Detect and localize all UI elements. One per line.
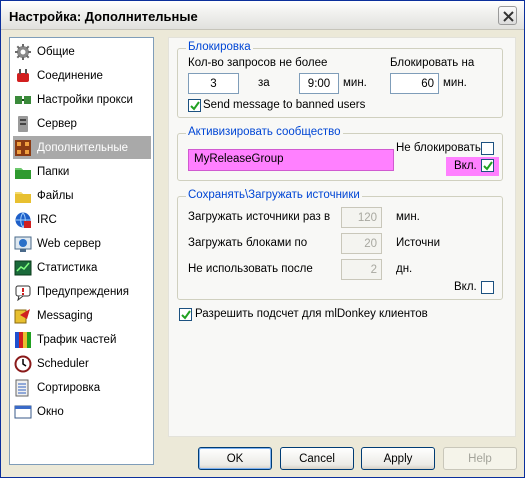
sidebar-item-label: Дополнительные [37,141,129,154]
sidebar-item-sorting[interactable]: Сортировка [13,376,151,399]
sidebar-item-label: Web сервер [37,237,101,250]
apply-button[interactable]: Apply [361,447,435,470]
block-for-label: Блокировать на [390,57,475,69]
close-button[interactable] [498,6,517,25]
sidebar-item-irc[interactable]: IRC [13,208,151,231]
sources-enabled-checkbox[interactable] [481,281,494,294]
sidebar-item-label: IRC [37,213,57,226]
time-input[interactable] [299,73,339,94]
no-block-checkbox[interactable] [481,142,494,155]
sidebar-item-window[interactable]: Окно [13,400,151,423]
folder-icon [15,167,31,179]
no-block-label: Не блокировать [396,142,481,154]
sidebar-item-label: Окно [37,405,64,418]
sidebar-item-part-traffic[interactable]: Трафик частей [13,328,151,351]
sources-enabled-label: Вкл. [454,281,477,293]
sidebar-item-server[interactable]: Сервер [13,112,151,135]
community-group: Активизировать сообщество Не блокировать… [177,126,503,181]
irc-icon [15,212,31,228]
requests-label: Кол-во запросов не более [188,57,328,69]
statistics-icon [14,260,32,275]
messaging-icon [14,308,30,323]
sidebar-item-label: Папки [37,165,70,178]
sidebar-item-general[interactable]: Общие [13,40,151,63]
sidebar-item-notifications[interactable]: Предупреждения [13,280,151,303]
sidebar-item-label: Трафик частей [37,333,117,346]
community-enabled-checkbox[interactable] [481,159,494,172]
proxy-icon [15,95,31,104]
clock-icon [14,355,32,372]
sidebar-item-label: Настройки прокси [37,93,133,106]
ok-button[interactable]: OK [198,447,272,470]
block-group: Блокировка Кол-во запросов не более Блок… [177,41,503,118]
load-blocks-input[interactable] [341,233,382,254]
server-icon [18,115,28,132]
traffic-icon [15,331,31,348]
load-blocks-unit: Источни [396,237,441,249]
gear-icon [15,43,31,60]
sidebar-item-label: Предупреждения [37,285,129,298]
sidebar-item-folders[interactable]: Папки [13,160,151,183]
sidebar-item-messaging[interactable]: Messaging [13,304,151,327]
sidebar-item-label: Соединение [37,69,103,82]
sidebar-item-label: Сортировка [37,381,101,394]
help-button[interactable]: Help [443,447,517,470]
mldonkey-checkbox[interactable] [179,308,192,321]
send-message-checkbox[interactable] [188,99,201,112]
community-name-field[interactable]: MyReleaseGroup [188,149,394,171]
load-every-input[interactable] [341,207,382,228]
load-blocks-label: Загружать блоками по [188,237,308,249]
sidebar-item-statistics[interactable]: Статистика [13,256,151,279]
plug-icon [17,68,29,82]
checkmark-icon [181,310,191,320]
checkmark-icon [190,101,200,111]
community-enabled-label: Вкл. [454,160,477,172]
sidebar-item-label: Статистика [37,261,98,274]
sidebar-item-label: Scheduler [37,357,89,370]
settings-window: Настройка: Дополнительные Общие Соединен… [0,0,525,478]
close-icon [503,11,514,22]
unused-after-input[interactable] [341,259,382,280]
unused-after-unit: дн. [396,263,413,275]
block-duration-input[interactable] [390,73,439,94]
sidebar-item-label: Сервер [37,117,77,130]
sidebar-item-label: Файлы [37,189,74,202]
settings-panel: Блокировка Кол-во запросов не более Блок… [168,37,516,437]
sidebar-item-proxy[interactable]: Настройки прокси [13,88,151,111]
in-label: за [258,77,270,89]
checkmark-icon [483,161,493,171]
files-icon [15,191,31,203]
minutes-label-2: мин. [443,77,467,89]
load-every-label: Загружать источники раз в [188,211,331,223]
sources-group: Сохранять\Загружать источники Загружать … [177,189,503,300]
settings-nav: Общие Соединение Настройки прокси Сервер [9,37,154,465]
sidebar-item-scheduler[interactable]: Scheduler [13,352,151,375]
sidebar-item-label: Messaging [37,309,93,322]
title-bar: Настройка: Дополнительные [1,1,524,30]
sort-icon [15,379,29,396]
sidebar-item-advanced[interactable]: Дополнительные [13,136,151,159]
community-group-title: Активизировать сообщество [186,126,343,138]
sidebar-item-label: Общие [37,45,75,58]
requests-input[interactable] [188,73,239,94]
sources-group-title: Сохранять\Загружать источники [186,189,362,201]
web-server-icon [14,236,32,252]
send-message-label: Send message to banned users [203,99,366,111]
notifications-icon [15,285,31,301]
window-title: Настройка: Дополнительные [9,9,198,24]
block-group-title: Блокировка [186,41,253,53]
mldonkey-label: Разрешить подсчет для mlDonkey клиентов [195,308,428,320]
sidebar-item-connection[interactable]: Соединение [13,64,151,87]
sidebar-item-files[interactable]: Файлы [13,184,151,207]
load-every-unit: мин. [396,211,420,223]
sidebar-item-web-server[interactable]: Web сервер [13,232,151,255]
unused-after-label: Не использовать после [188,263,313,275]
minutes-label: мин. [343,77,367,89]
advanced-icon [15,139,31,156]
cancel-button[interactable]: Cancel [280,447,354,470]
window-icon [14,405,32,418]
